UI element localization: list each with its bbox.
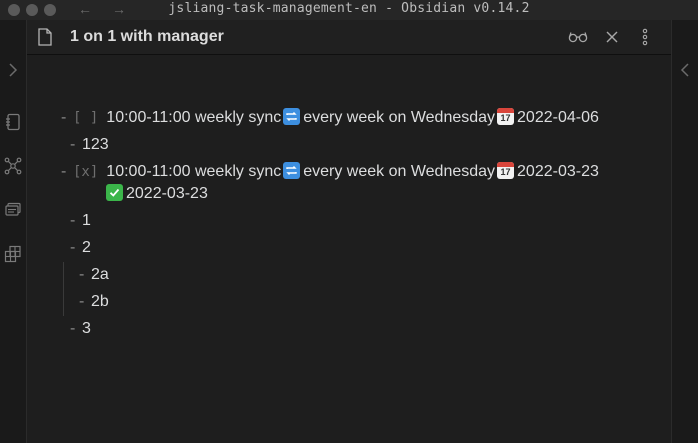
list-item-text: 2b bbox=[91, 293, 109, 310]
list-item-text: 2 bbox=[82, 239, 91, 256]
indent-guide bbox=[63, 262, 64, 316]
repeat-icon bbox=[283, 162, 301, 179]
title-bar: ← → jsliang-task-management-en - Obsidia… bbox=[0, 0, 698, 20]
file-icon bbox=[37, 28, 53, 46]
list-bullet: - bbox=[70, 212, 76, 229]
expand-left-sidebar-icon[interactable] bbox=[3, 60, 23, 80]
list-bullet: - bbox=[70, 239, 76, 256]
calendar-icon: 17 bbox=[497, 108, 515, 125]
note-header: 1 on 1 with manager bbox=[27, 20, 671, 55]
task-recurrence: every week on Wednesday bbox=[303, 109, 496, 126]
list-item: -3 bbox=[70, 318, 91, 340]
list-item: -123 bbox=[70, 134, 109, 156]
task-recurrence: every week on Wednesday bbox=[303, 163, 496, 180]
expand-right-sidebar-icon[interactable] bbox=[675, 60, 695, 80]
task-item-unchecked: -[ ] 10:00-11:00 weekly sync every week on… bbox=[61, 107, 599, 129]
list-item-nested: -2a bbox=[79, 264, 109, 286]
repeat-icon bbox=[283, 108, 301, 125]
document-icon[interactable] bbox=[3, 112, 23, 132]
note-title[interactable]: 1 on 1 with manager bbox=[70, 20, 224, 54]
task-item-checked: - [x] 10:00-11:00 weekly sync every week on… bbox=[61, 161, 599, 183]
right-sidebar-collapsed bbox=[671, 20, 698, 443]
left-ribbon bbox=[0, 20, 27, 443]
note-content[interactable]: -[ ] 10:00-11:00 weekly sync every week on… bbox=[27, 55, 671, 443]
list-item-nested: -2b bbox=[79, 291, 109, 313]
more-options-icon[interactable] bbox=[634, 27, 656, 47]
obsidian-window: ← → jsliang-task-management-en - Obsidia… bbox=[0, 0, 698, 443]
list-item-text: 123 bbox=[82, 136, 109, 153]
slides-icon[interactable] bbox=[3, 200, 23, 220]
list-item: -2 bbox=[70, 237, 91, 259]
list-item: -1 bbox=[70, 210, 91, 232]
done-check-icon bbox=[106, 184, 123, 201]
close-icon[interactable] bbox=[601, 27, 623, 47]
task-text: 10:00-11:00 weekly sync bbox=[106, 109, 282, 126]
window-title: jsliang-task-management-en - Obsidian v0… bbox=[168, 1, 530, 16]
list-bullet: - bbox=[79, 293, 85, 310]
task-due-date: 2022-04-06 bbox=[517, 109, 599, 126]
list-item-text: 2a bbox=[91, 266, 109, 283]
calendar-icon: 17 bbox=[497, 162, 515, 179]
list-item-text: 1 bbox=[82, 212, 91, 229]
task-due-date: 2022-03-23 bbox=[517, 163, 599, 180]
task-checkbox[interactable]: [ ] bbox=[73, 110, 98, 126]
list-bullet: - bbox=[61, 163, 67, 180]
task-text: 10:00-11:00 weekly sync bbox=[106, 163, 282, 180]
graph-view-icon[interactable] bbox=[3, 156, 23, 176]
list-bullet: - bbox=[61, 109, 67, 126]
list-item-text: 3 bbox=[82, 320, 91, 337]
list-bullet: - bbox=[70, 320, 76, 337]
grid-view-icon[interactable] bbox=[3, 244, 23, 264]
list-bullet: - bbox=[79, 266, 85, 283]
task-done-line: 2022-03-23 bbox=[104, 183, 208, 205]
list-bullet: - bbox=[70, 136, 76, 153]
reading-view-icon[interactable] bbox=[567, 27, 589, 47]
task-done-date: 2022-03-23 bbox=[126, 185, 208, 202]
task-checkbox[interactable]: [x] bbox=[73, 164, 98, 180]
